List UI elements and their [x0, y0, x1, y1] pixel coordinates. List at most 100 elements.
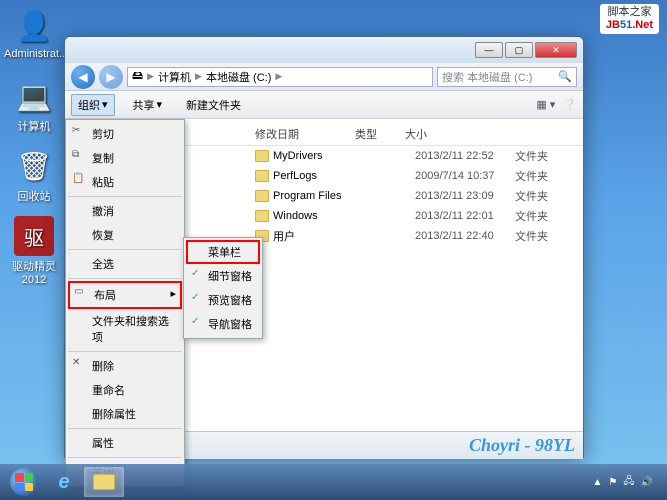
help-icon[interactable]: ❔	[563, 98, 577, 111]
check-icon: ✓	[191, 268, 199, 279]
folder-icon	[255, 210, 269, 222]
submenu-preview-pane[interactable]: ✓预览窗格	[186, 288, 260, 312]
forward-button[interactable]: ▶	[99, 65, 123, 89]
file-name: MyDrivers	[273, 150, 415, 162]
desktop-icon-label: 回收站	[4, 188, 64, 204]
col-size[interactable]: 大小	[405, 126, 427, 142]
taskbar-ie[interactable]: e	[44, 467, 84, 497]
desktop-icon-driver[interactable]: 驱 驱动精灵 2012	[4, 216, 64, 286]
drive-icon: 🖴	[132, 67, 143, 86]
menu-selectall[interactable]: 全选	[68, 252, 182, 276]
folder-icon	[255, 170, 269, 182]
desktop-icon-recyclebin[interactable]: 🗑 回收站	[4, 146, 64, 204]
file-date: 2013/2/11 22:01	[415, 210, 515, 222]
file-date: 2009/7/14 10:37	[415, 170, 515, 182]
user-icon: 👤	[14, 6, 54, 46]
menu-remove-props[interactable]: 删除属性	[68, 402, 182, 426]
paste-icon: 📋	[72, 173, 84, 184]
file-type: 文件夹	[515, 188, 565, 204]
menu-delete[interactable]: ✕删除	[68, 354, 182, 378]
file-type: 文件夹	[515, 208, 565, 224]
breadcrumb-segment[interactable]: 计算机	[158, 69, 191, 85]
menu-rename[interactable]: 重命名	[68, 378, 182, 402]
layout-icon: ▭	[74, 286, 83, 297]
layout-submenu: 菜单栏 ✓细节窗格 ✓预览窗格 ✓导航窗格	[183, 237, 263, 339]
menu-redo[interactable]: 恢复	[68, 223, 182, 247]
trash-icon: 🗑	[14, 146, 54, 186]
menu-folder-options[interactable]: 文件夹和搜索选项	[68, 309, 182, 349]
menu-separator	[68, 278, 182, 279]
menu-paste[interactable]: 📋粘贴	[68, 170, 182, 194]
submenu-nav-pane[interactable]: ✓导航窗格	[186, 312, 260, 336]
menu-properties[interactable]: 属性	[68, 431, 182, 455]
desktop-icon-admin[interactable]: 👤 Administrat...	[4, 6, 64, 60]
menu-layout[interactable]: ▭布局▸	[68, 281, 182, 309]
submenu-menubar[interactable]: 菜单栏	[186, 240, 260, 264]
address-bar: ◀ ▶ 🖴 ▶ 计算机 ▶ 本地磁盘 (C:) ▶ 搜索 本地磁盘 (C:) 🔍	[65, 63, 583, 91]
back-button[interactable]: ◀	[71, 65, 95, 89]
maximize-button[interactable]: ▢	[505, 42, 533, 58]
organize-button[interactable]: 组织 ▾	[71, 94, 115, 116]
share-button[interactable]: 共享 ▾	[127, 95, 169, 115]
windows-logo-icon	[10, 468, 38, 496]
driver-icon: 驱	[14, 216, 54, 256]
content-area: 名称 修改日期 类型 大小 MyDrivers2013/2/11 22:52文件…	[65, 119, 583, 431]
chevron-right-icon: ▶	[275, 71, 282, 82]
search-placeholder: 搜索 本地磁盘 (C:)	[442, 69, 532, 85]
desktop-icon-label: 计算机	[4, 118, 64, 134]
desktop-icon-computer[interactable]: 💻 计算机	[4, 76, 64, 134]
chevron-down-icon: ▾	[157, 98, 163, 111]
menu-separator	[68, 351, 182, 352]
file-date: 2013/2/11 22:40	[415, 230, 515, 242]
folder-icon	[255, 150, 269, 162]
file-date: 2013/2/11 22:52	[415, 150, 515, 162]
file-type: 文件夹	[515, 168, 565, 184]
folder-icon	[255, 190, 269, 202]
volume-icon[interactable]: 🔊	[641, 477, 653, 488]
watermark-text: Choyri - 98YL	[469, 435, 575, 456]
submenu-details-pane[interactable]: ✓细节窗格	[186, 264, 260, 288]
new-folder-button[interactable]: 新建文件夹	[180, 95, 247, 115]
chevron-right-icon: ▸	[170, 287, 176, 300]
taskbar-explorer[interactable]	[84, 467, 124, 497]
start-button[interactable]	[4, 467, 44, 497]
file-date: 2013/2/11 23:09	[415, 190, 515, 202]
organize-menu: ✂剪切 ⧉复制 📋粘贴 撤消 恢复 全选 ▭布局▸ 文件夹和搜索选项 ✕删除 重…	[65, 119, 185, 487]
search-icon: 🔍	[558, 70, 572, 83]
minimize-button[interactable]: —	[475, 42, 503, 58]
explorer-window: — ▢ ✕ ◀ ▶ 🖴 ▶ 计算机 ▶ 本地磁盘 (C:) ▶ 搜索 本地磁盘 …	[64, 36, 584, 458]
toolbar: 组织 ▾ 共享 ▾ 新建文件夹 ▦ ▾ ❔	[65, 91, 583, 119]
file-name: 用户	[273, 228, 415, 244]
action-center-icon[interactable]: ⚑	[608, 477, 617, 488]
breadcrumb[interactable]: 🖴 ▶ 计算机 ▶ 本地磁盘 (C:) ▶	[127, 67, 433, 87]
file-name: Windows	[273, 210, 415, 222]
col-type[interactable]: 类型	[355, 126, 405, 142]
breadcrumb-segment[interactable]: 本地磁盘 (C:)	[206, 69, 271, 85]
cut-icon: ✂	[72, 125, 80, 136]
close-button[interactable]: ✕	[535, 42, 577, 58]
desktop-icon-label: 驱动精灵 2012	[4, 258, 64, 286]
computer-icon: 💻	[14, 76, 54, 116]
search-input[interactable]: 搜索 本地磁盘 (C:) 🔍	[437, 67, 577, 87]
site-watermark: 脚本之家 JB51.Net	[600, 4, 659, 34]
titlebar[interactable]: — ▢ ✕	[65, 37, 583, 63]
menu-separator	[68, 249, 182, 250]
copy-icon: ⧉	[72, 149, 79, 160]
menu-cut[interactable]: ✂剪切	[68, 122, 182, 146]
chevron-down-icon: ▾	[102, 98, 108, 111]
system-tray[interactable]: ▲ ⚑ 🖧 🔊	[593, 474, 663, 491]
check-icon: ✓	[191, 316, 199, 327]
menu-undo[interactable]: 撤消	[68, 199, 182, 223]
chevron-right-icon: ▶	[147, 71, 154, 82]
file-type: 文件夹	[515, 148, 565, 164]
file-type: 文件夹	[515, 228, 565, 244]
menu-copy[interactable]: ⧉复制	[68, 146, 182, 170]
menu-separator	[68, 196, 182, 197]
tray-overflow-icon[interactable]: ▲	[593, 477, 603, 488]
view-icon[interactable]: ▦ ▾	[536, 98, 555, 111]
file-name: PerfLogs	[273, 170, 415, 182]
network-icon[interactable]: 🖧	[623, 474, 634, 491]
col-date[interactable]: 修改日期	[255, 126, 355, 142]
menu-separator	[68, 428, 182, 429]
folder-icon	[93, 474, 115, 490]
